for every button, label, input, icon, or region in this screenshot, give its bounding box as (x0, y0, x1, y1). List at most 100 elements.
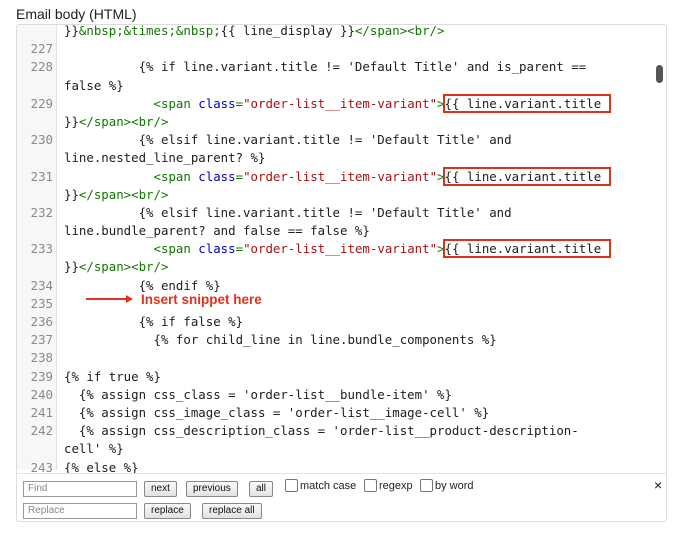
code-token: "order-list__item-variant" (243, 168, 438, 184)
next-button[interactable]: next (144, 481, 177, 497)
by-word-option[interactable]: by word (420, 479, 474, 492)
code-token: line.nested_line_parent? %} (64, 150, 266, 166)
code-token: {% assign css_class = 'order-list__bundl… (64, 386, 452, 402)
line-number: 238 (30, 350, 53, 366)
highlighted-variant-title: {{ line.variant.title (442, 166, 611, 186)
line-number: 241 (30, 404, 53, 420)
match-case-option[interactable]: match case (285, 479, 356, 492)
code-text: <span class="order-list__item-variant">{… (64, 239, 611, 259)
replace-input[interactable] (23, 503, 137, 519)
code-token: <span (153, 168, 199, 184)
line-number: 227 (30, 41, 53, 57)
code-line[interactable]: 231 <span class="order-list__item-varian… (17, 166, 657, 186)
code-editor[interactable]: }}&nbsp;&times;&nbsp;{{ line_display }}<… (16, 24, 667, 522)
insert-snippet-annotation: Insert snippet here (86, 290, 262, 308)
line-number: 235 (30, 295, 53, 311)
scrollbar-thumb[interactable] (656, 65, 663, 83)
code-line[interactable]: 236 {% if false %} (17, 313, 657, 331)
code-token: }} (64, 24, 79, 38)
line-number: 234 (30, 277, 53, 293)
code-line[interactable]: false %} (17, 77, 657, 95)
code-line[interactable]: 242 {% assign css_description_class = 'o… (17, 422, 657, 440)
code-text: {% if true %} (64, 368, 161, 386)
code-text: line.nested_line_parent? %} (64, 149, 265, 167)
code-token: </span><br/> (78, 113, 169, 129)
code-token: </span><br/> (78, 259, 169, 275)
code-line[interactable]: 227 (17, 40, 657, 58)
line-number: 236 (30, 314, 53, 329)
code-token: {% elsif line.variant.title != 'Default … (64, 204, 512, 220)
code-token: {% if line.variant.title != 'Default Tit… (64, 59, 587, 75)
close-icon[interactable]: × (654, 477, 662, 493)
replace-button[interactable]: replace (144, 503, 191, 519)
regexp-label: regexp (379, 479, 413, 492)
code-text: {% elsif line.variant.title != 'Default … (64, 131, 512, 149)
code-token: {% elsif line.variant.title != 'Default … (64, 132, 512, 148)
code-token: cell' %} (64, 441, 124, 457)
code-line[interactable]: 238 (17, 349, 657, 367)
arrow-head-icon (126, 295, 133, 303)
code-text: }}</span><br/> (64, 186, 168, 204)
line-number: 233 (30, 241, 53, 257)
find-replace-bar: next previous all match case regexp by w… (17, 473, 666, 521)
code-text: }}</span><br/> (64, 113, 168, 131)
code-text: false %} (64, 77, 124, 95)
by-word-label: by word (435, 479, 474, 492)
highlighted-variant-title: {{ line.variant.title (442, 239, 611, 259)
code-line[interactable]: }}</span><br/> (17, 186, 657, 204)
code-text: <span class="order-list__item-variant">{… (64, 166, 611, 186)
code-token: {% if false %} (64, 314, 244, 329)
code-token: }} (64, 259, 79, 275)
code-token: &nbsp;&times;&nbsp; (78, 24, 221, 38)
code-line[interactable]: 233 <span class="order-list__item-varian… (17, 239, 657, 259)
code-line[interactable]: 229 <span class="order-list__item-varian… (17, 93, 657, 113)
code-line[interactable]: 240 {% assign css_class = 'order-list__b… (17, 386, 657, 404)
code-text: {% assign css_image_class = 'order-list_… (64, 404, 489, 422)
code-token: {{ line_display }} (220, 24, 355, 38)
match-case-label: match case (300, 479, 357, 492)
find-input[interactable] (23, 481, 137, 497)
by-word-checkbox[interactable] (420, 479, 433, 492)
replace-all-button[interactable]: replace all (202, 503, 262, 519)
code-token: </span><br/> (354, 24, 445, 38)
code-token: = (235, 95, 244, 111)
code-text: {% if false %} (64, 313, 243, 331)
code-area[interactable]: }}&nbsp;&times;&nbsp;{{ line_display }}<… (17, 24, 657, 477)
editor-title: Email body (HTML) (16, 6, 137, 22)
annotation-text: Insert snippet here (141, 291, 262, 307)
regexp-option[interactable]: regexp (364, 479, 413, 492)
code-token: }} (64, 186, 79, 202)
line-number: 230 (30, 132, 53, 148)
code-line[interactable]: 232 {% elsif line.variant.title != 'Defa… (17, 204, 657, 222)
code-line[interactable]: 228 {% if line.variant.title != 'Default… (17, 58, 657, 76)
code-line[interactable]: 230 {% elsif line.variant.title != 'Defa… (17, 131, 657, 149)
code-line[interactable]: 237 {% for child_line in line.bundle_com… (17, 331, 657, 349)
highlighted-variant-title: {{ line.variant.title (442, 93, 611, 113)
line-number: 242 (30, 423, 53, 439)
line-number: 228 (30, 59, 53, 75)
code-line[interactable]: }}&nbsp;&times;&nbsp;{{ line_display }}<… (17, 24, 657, 40)
line-number: 231 (30, 168, 53, 184)
previous-button[interactable]: previous (186, 481, 238, 497)
code-line[interactable]: 241 {% assign css_image_class = 'order-l… (17, 404, 657, 422)
code-line[interactable]: }}</span><br/> (17, 113, 657, 131)
code-line[interactable]: cell' %} (17, 440, 657, 458)
match-case-checkbox[interactable] (285, 479, 298, 492)
code-token: {% assign css_description_class = 'order… (64, 423, 579, 439)
code-text: {% assign css_class = 'order-list__bundl… (64, 386, 452, 404)
code-line[interactable]: }}</span><br/> (17, 258, 657, 276)
code-line[interactable]: line.nested_line_parent? %} (17, 149, 657, 167)
line-number: 237 (30, 332, 53, 348)
code-token: class (198, 241, 236, 257)
regexp-checkbox[interactable] (364, 479, 377, 492)
code-text: cell' %} (64, 440, 124, 458)
all-button[interactable]: all (249, 481, 274, 497)
code-text: }}&nbsp;&times;&nbsp;{{ line_display }}<… (64, 24, 445, 40)
code-token: = (235, 168, 244, 184)
code-text: <span class="order-list__item-variant">{… (64, 93, 611, 113)
code-line[interactable]: line.bundle_parent? and false == false %… (17, 222, 657, 240)
code-line[interactable]: 239 {% if true %} (17, 368, 657, 386)
